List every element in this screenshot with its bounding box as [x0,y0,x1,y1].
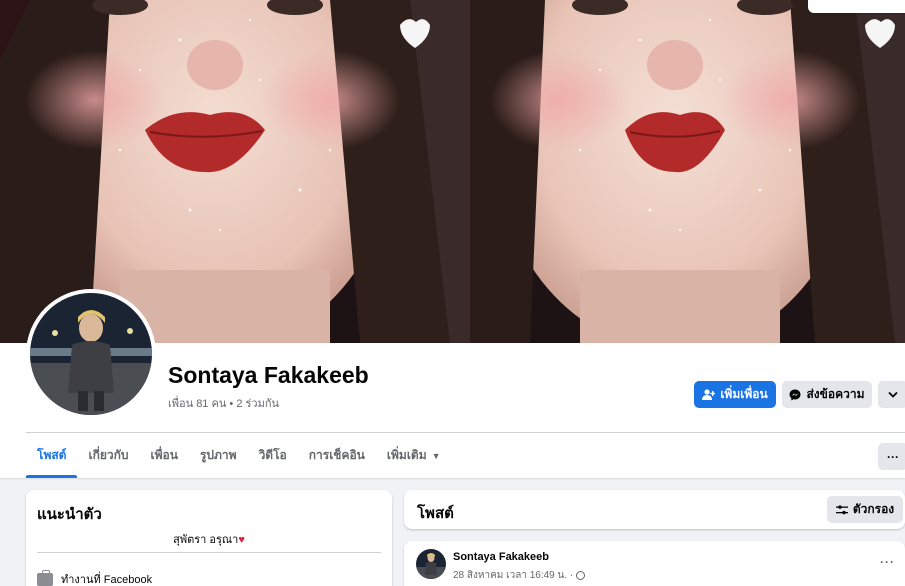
briefcase-icon [37,569,53,586]
add-friend-label: เพิ่มเพื่อน [720,387,768,401]
add-friend-button[interactable]: เพิ่มเพื่อน [694,381,776,408]
post-timestamp[interactable]: 28 สิงหาคม เวลา 16:49 น. · [453,568,586,583]
tab-photos[interactable]: รูปภาพ [189,433,248,478]
tab-videos[interactable]: วิดีโอ [248,433,298,478]
tab-friends[interactable]: เพื่อน [140,433,189,478]
posts-title: โพสต์ [417,505,454,522]
tab-checkins[interactable]: การเช็คอิน [298,433,376,478]
intro-divider [37,552,381,553]
tab-friends-label: เพื่อน [150,448,178,462]
post-author-name[interactable]: Sontaya Fakakeeb [453,551,549,563]
profile-name: Sontaya Fakakeeb [168,362,369,388]
tab-photos-label: รูปภาพ [199,448,237,462]
messenger-icon [789,389,801,400]
chevron-down-icon [888,391,898,398]
tab-more[interactable]: เพิ่มเติม ▼ [376,433,452,478]
filter-button[interactable]: ตัวกรอง [827,496,903,523]
posts-header-card: โพสต์ ตัวกรอง [404,490,905,529]
intro-bio: สุพัตรา อรุณา♥ [26,530,392,548]
heart-icon: ♥ [238,534,245,546]
cover-photo-right [470,0,905,343]
tab-checkins-label: การเช็คอิน [308,448,365,462]
friend-count[interactable]: เพื่อน 81 คน • 2 ร่วมกัน [168,394,279,412]
tab-videos-label: วิดีโอ [258,448,287,462]
intro-work-item: ทำงานที่ Facebook [37,569,153,586]
message-label: ส่งข้อความ [806,387,865,401]
top-right-panel [808,0,905,13]
profile-avatar[interactable] [26,289,156,419]
message-button[interactable]: ส่งข้อความ [782,381,872,408]
tab-about[interactable]: เกี่ยวกับ [77,433,139,478]
intro-bio-text: สุพัตรา อรุณา [173,534,239,546]
post-card: Sontaya Fakakeeb 28 สิงหาคม เวลา 16:49 น… [404,541,905,586]
post-options-button[interactable]: ··· [880,555,895,569]
more-options-button[interactable] [878,381,905,408]
tab-posts-label: โพสต์ [37,448,67,462]
tab-about-label: เกี่ยวกับ [88,448,129,462]
tab-posts[interactable]: โพสต์ [26,433,78,478]
intro-card: แนะนำตัว สุพัตรา อรุณา♥ ทำงานที่ Faceboo… [26,490,392,586]
post-time-text: 28 สิงหาคม เวลา 16:49 น. · [453,570,574,581]
filter-label: ตัวกรอง [852,502,895,516]
post-author-avatar[interactable] [416,549,446,579]
intro-title: แนะนำตัว [37,506,102,523]
tab-more-label: เพิ่มเติม [386,448,427,462]
add-friend-icon [702,389,716,400]
globe-icon [576,571,586,580]
caret-down-icon: ▼ [431,450,441,461]
profile-tabs: โพสต์ เกี่ยวกับ เพื่อน รูปภาพ วิดีโอ การ… [26,433,452,478]
intro-work-text: ทำงานที่ Facebook [61,574,153,586]
cover-photo[interactable] [0,0,905,343]
tab-options-button[interactable]: ··· [878,443,905,470]
more-dots-icon: ··· [887,449,899,464]
filter-icon [835,504,848,514]
